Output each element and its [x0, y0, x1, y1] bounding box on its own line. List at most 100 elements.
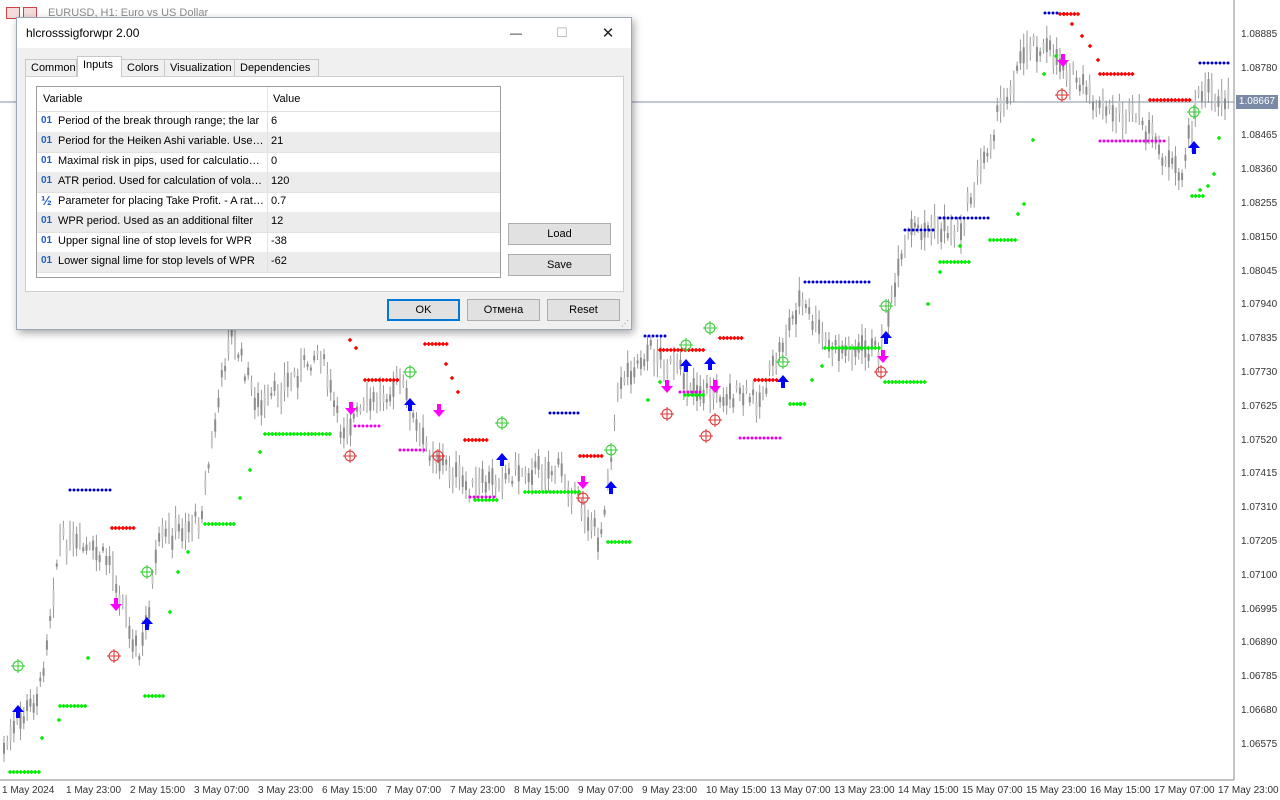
- candle-body: [306, 363, 309, 368]
- row-value[interactable]: -62: [271, 255, 287, 267]
- candle-body: [458, 464, 461, 479]
- row-value[interactable]: 21: [271, 135, 283, 147]
- column-header-value[interactable]: Value: [273, 93, 300, 105]
- candle-body: [115, 583, 118, 593]
- ok-button[interactable]: OK: [387, 299, 460, 321]
- price-tick-label: 1.06995: [1241, 603, 1278, 615]
- price-tick-label: 1.07100: [1241, 569, 1278, 581]
- candle-body: [1082, 74, 1085, 85]
- table-row[interactable]: 01 WPR period. Used as an additional fil…: [37, 212, 500, 233]
- time-tick-label: 16 May 15:00: [1090, 785, 1151, 796]
- candle-body: [316, 350, 319, 355]
- candle-body: [1032, 36, 1035, 41]
- candle-body: [346, 423, 349, 438]
- candle-body: [534, 461, 537, 468]
- support-dot: [1216, 135, 1222, 141]
- table-row[interactable]: 01 Period for the Heiken Ashi variable. …: [37, 132, 500, 153]
- dialog-titlebar[interactable]: hlcrosssigforwpr 2.00 — ☐ ✕: [17, 18, 631, 48]
- row-value[interactable]: 6: [271, 115, 277, 127]
- lower-band-dot: [762, 436, 766, 440]
- candle-body: [375, 399, 378, 406]
- price-tick-label: 1.06890: [1241, 637, 1278, 649]
- resistance-dot: [444, 341, 449, 347]
- lower-band-dot: [686, 390, 690, 394]
- row-value[interactable]: 0.7: [271, 195, 286, 207]
- candle-body: [240, 348, 243, 356]
- candle-body: [963, 222, 966, 230]
- time-tick-label: 3 May 07:00: [194, 785, 250, 796]
- candle-body: [653, 355, 656, 366]
- integer-type-icon: 01: [41, 235, 53, 246]
- tab-dependencies[interactable]: Dependencies: [234, 59, 319, 76]
- price-tick-label: 1.07730: [1241, 367, 1278, 378]
- resistance-dot: [1095, 57, 1101, 63]
- candle-body: [1207, 79, 1210, 93]
- upper-band-dot: [100, 488, 104, 492]
- lower-band-dot: [1098, 139, 1102, 143]
- column-header-variable[interactable]: Variable: [43, 93, 83, 105]
- row-value[interactable]: 0: [271, 155, 277, 167]
- candle-body: [709, 387, 712, 401]
- save-button[interactable]: Save: [508, 254, 611, 276]
- time-tick-label: 14 May 15:00: [898, 785, 959, 796]
- candle-body: [976, 166, 979, 177]
- table-row[interactable]: 01 Period of the break through range; th…: [37, 112, 500, 133]
- row-value[interactable]: 12: [271, 215, 283, 227]
- candle-body: [32, 703, 35, 713]
- upper-band-dot: [827, 280, 831, 284]
- resistance-dot: [1079, 33, 1085, 39]
- candle-body: [29, 698, 32, 707]
- close-button[interactable]: ✕: [585, 18, 631, 48]
- column-divider[interactable]: [267, 87, 268, 111]
- candle-body: [372, 392, 375, 402]
- support-dot: [1021, 201, 1027, 207]
- candle-body: [1042, 43, 1045, 50]
- candle-body: [1174, 156, 1177, 173]
- table-row[interactable]: 01 Lower signal lime for stop levels of …: [37, 252, 500, 273]
- lower-band-dot: [361, 424, 365, 428]
- cancel-button[interactable]: Отмена: [467, 299, 540, 321]
- lower-band-dot: [1162, 139, 1166, 143]
- candle-body: [286, 372, 289, 387]
- minimize-button[interactable]: —: [493, 18, 539, 48]
- table-row[interactable]: 01 Maximal risk in pips, used for calcul…: [37, 152, 500, 173]
- inputs-grid[interactable]: Variable Value 01 Period of the break th…: [36, 86, 501, 278]
- tab-common[interactable]: Common: [25, 59, 77, 76]
- candle-body: [425, 442, 428, 448]
- table-row[interactable]: 01 ATR period. Used for calculation of v…: [37, 172, 500, 193]
- table-row[interactable]: 01 Upper signal line of stop levels for …: [37, 232, 500, 253]
- candle-body: [428, 455, 431, 461]
- candle-body: [26, 700, 29, 711]
- candle-body: [481, 469, 484, 483]
- row-value[interactable]: -38: [271, 235, 287, 247]
- candle-body: [88, 543, 91, 547]
- maximize-button[interactable]: ☐: [539, 18, 585, 48]
- candle-body: [22, 716, 25, 724]
- tab-visualization[interactable]: Visualization: [164, 59, 238, 76]
- indicator-properties-dialog[interactable]: hlcrosssigforwpr 2.00 — ☐ ✕ Common Input…: [16, 17, 632, 330]
- candle-body: [1095, 107, 1098, 112]
- load-button[interactable]: Load: [508, 223, 611, 245]
- candle-body: [1092, 101, 1094, 111]
- candle-body: [940, 228, 943, 242]
- candle-body: [1217, 96, 1220, 107]
- candle-body: [1006, 96, 1009, 104]
- upper-band-dot: [847, 280, 851, 284]
- row-variable: Period of the break through range; the l…: [58, 115, 260, 127]
- candle-body: [1035, 47, 1038, 62]
- tab-colors[interactable]: Colors: [121, 59, 165, 76]
- resize-grip-icon[interactable]: ⋰: [621, 319, 629, 328]
- candle-body: [45, 640, 48, 650]
- candle-body: [1214, 98, 1217, 107]
- reset-button[interactable]: Reset: [547, 299, 620, 321]
- support-dot: [645, 397, 651, 403]
- tab-inputs[interactable]: Inputs: [77, 56, 122, 77]
- candle-body: [511, 480, 514, 484]
- upper-band-dot: [576, 411, 580, 415]
- candle-body: [583, 512, 586, 527]
- candle-body: [867, 353, 870, 361]
- support-dot: [327, 431, 333, 437]
- table-row[interactable]: ½ Parameter for placing Take Profit. - A…: [37, 192, 500, 213]
- row-value[interactable]: 120: [271, 175, 289, 187]
- row-variable: Period for the Heiken Ashi variable. Use…: [58, 135, 264, 147]
